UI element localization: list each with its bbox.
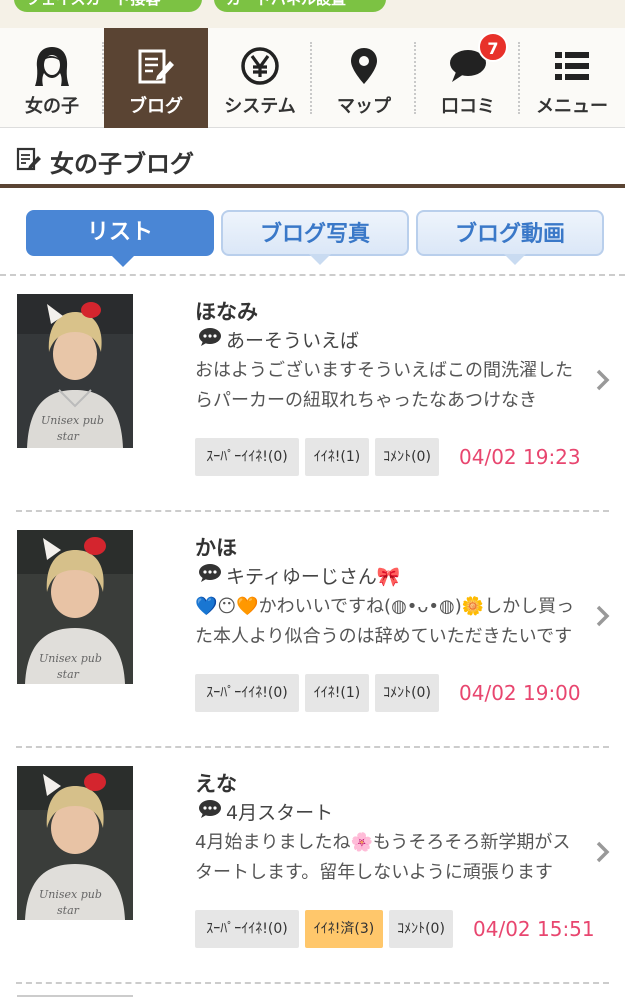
blog-subject[interactable]: 4月スタート [198, 798, 333, 825]
nav-label: システム [224, 96, 296, 117]
menu-list-icon [550, 44, 594, 88]
svg-text:star: star [57, 668, 80, 681]
top-tag-strip: フェイスカード接客 カードパネル設置 [0, 0, 625, 28]
blog-entry[interactable]: Unisex pub star かほ キティゆーじさん🎀 💙😶🧡かわいいですね(… [0, 512, 625, 748]
blog-subject[interactable]: あーそういえば [198, 326, 359, 353]
nav-label: 女の子 [25, 96, 79, 117]
blog-edit-icon [16, 146, 42, 176]
like-button[interactable]: ｲｲﾈ!(1) [305, 674, 369, 712]
blog-excerpt[interactable]: おはようございますそういえばこの間洗濯したらパーカーの紐取れちゃったなあつけなき [195, 356, 585, 416]
yen-icon [238, 44, 282, 88]
blog-excerpt[interactable]: 4月始まりましたね🌸もうそろそろ新学期がスタートします。留年しないように頑張りま… [195, 828, 585, 888]
nav-item-map[interactable]: マップ [312, 28, 416, 128]
blog-thumbnail[interactable]: Unisex pub star [17, 530, 133, 684]
post-date: 04/02 19:00 [459, 681, 581, 705]
chevron-right-icon[interactable] [595, 368, 611, 392]
blog-subject-text: 4月スタート [226, 802, 334, 824]
girl-name[interactable]: ほなみ [195, 296, 258, 326]
divider [16, 982, 609, 984]
like-button-liked[interactable]: ｲｲﾈ!済(3) [305, 910, 383, 948]
nav-label: 口コミ [441, 96, 495, 117]
blog-tabs: リスト ブログ写真 ブログ動画 [0, 210, 625, 270]
feature-tag: フェイスカード接客 [14, 0, 202, 12]
blog-subject-text: キティゆーじさん🎀 [226, 566, 401, 588]
speech-bubble-icon [198, 563, 222, 588]
girl-name[interactable]: えな [195, 768, 237, 798]
blog-thumbnail[interactable]: Unisex pub star [17, 766, 133, 920]
like-button[interactable]: ｲｲﾈ!(1) [305, 438, 369, 476]
nav-item-menu[interactable]: メニュー [520, 28, 624, 128]
feature-tag: カードパネル設置 [214, 0, 386, 12]
svg-text:star: star [57, 430, 80, 443]
blog-entry[interactable]: Unisex pub star えな 4月スタート 4月始まりましたね🌸もうそろ… [0, 748, 625, 984]
svg-text:Unisex pub: Unisex pub [39, 652, 102, 665]
girl-name[interactable]: かほ [195, 532, 237, 562]
main-nav: 女の子 ブログ システム マップ 7 口コミ メニュー [0, 28, 625, 128]
nav-label: メニュー [536, 96, 608, 117]
blog-subject[interactable]: キティゆーじさん🎀 [198, 562, 401, 589]
chevron-right-icon[interactable] [595, 840, 611, 864]
blog-subject-text: あーそういえば [226, 330, 360, 352]
nav-item-blog[interactable]: ブログ [104, 28, 208, 128]
svg-text:Unisex pub: Unisex pub [41, 414, 104, 427]
svg-text:Unisex pub: Unisex pub [39, 888, 102, 901]
speech-bubble-icon [198, 327, 222, 352]
svg-text:star: star [57, 904, 80, 917]
nav-label: マップ [337, 96, 391, 117]
girl-icon [30, 44, 74, 88]
tab-blog-videos[interactable]: ブログ動画 [416, 210, 604, 265]
post-date: 04/02 19:23 [459, 445, 581, 469]
tab-list[interactable]: リスト [26, 210, 214, 267]
reaction-row: ｽｰﾊﾟｰｲｲﾈ!(0) ｲｲﾈ!済(3) ｺﾒﾝﾄ(0) 04/02 15:5… [195, 910, 595, 948]
next-entry-edge [17, 995, 133, 1000]
reaction-row: ｽｰﾊﾟｰｲｲﾈ!(0) ｲｲﾈ!(1) ｺﾒﾝﾄ(0) 04/02 19:00 [195, 674, 581, 712]
review-count-badge: 7 [478, 32, 508, 62]
blog-entry[interactable]: Unisex pub star ほなみ あーそういえば おはようございますそうい… [0, 276, 625, 512]
nav-item-girls[interactable]: 女の子 [0, 28, 104, 128]
tab-blog-photos[interactable]: ブログ写真 [221, 210, 409, 265]
super-like-button[interactable]: ｽｰﾊﾟｰｲｲﾈ!(0) [195, 438, 299, 476]
map-pin-icon [342, 44, 386, 88]
section-header: 女の子ブログ [0, 138, 625, 188]
blog-edit-icon [134, 44, 178, 88]
nav-item-reviews[interactable]: 7 口コミ [416, 28, 520, 128]
nav-item-system[interactable]: システム [208, 28, 312, 128]
post-date: 04/02 15:51 [473, 917, 595, 941]
comment-button[interactable]: ｺﾒﾝﾄ(0) [389, 910, 453, 948]
speech-bubble-icon [198, 799, 222, 824]
comment-button[interactable]: ｺﾒﾝﾄ(0) [375, 674, 439, 712]
page-title: 女の子ブログ [50, 149, 194, 178]
reaction-row: ｽｰﾊﾟｰｲｲﾈ!(0) ｲｲﾈ!(1) ｺﾒﾝﾄ(0) 04/02 19:23 [195, 438, 581, 476]
chevron-right-icon[interactable] [595, 604, 611, 628]
blog-excerpt[interactable]: 💙😶🧡かわいいですね(◍•ᴗ•◍)🌼しかし買った本人より似合うのは辞めていただき… [195, 592, 585, 652]
super-like-button[interactable]: ｽｰﾊﾟｰｲｲﾈ!(0) [195, 674, 299, 712]
blog-thumbnail[interactable]: Unisex pub star [17, 294, 133, 448]
super-like-button[interactable]: ｽｰﾊﾟｰｲｲﾈ!(0) [195, 910, 299, 948]
nav-label: ブログ [129, 96, 183, 117]
comment-button[interactable]: ｺﾒﾝﾄ(0) [375, 438, 439, 476]
